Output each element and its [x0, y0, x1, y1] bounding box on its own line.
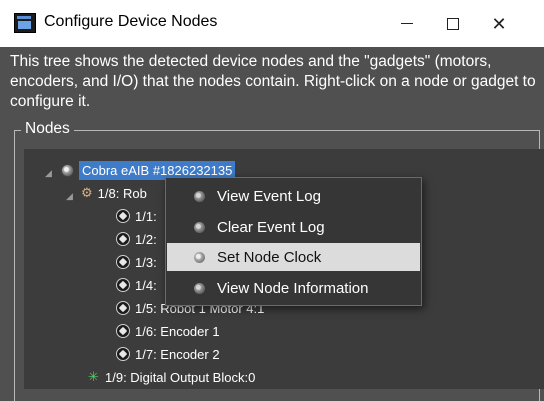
nodes-group-label: Nodes [21, 120, 74, 138]
menu-item-view-event-log[interactable]: View Event Log [167, 182, 420, 210]
node-icon [194, 190, 205, 202]
tree-node-digital-output[interactable]: ✳ 1/9: Digital Output Block:0 [88, 366, 255, 388]
expand-robot-icon[interactable]: ◢ [66, 191, 73, 202]
gadget-icon [116, 278, 130, 292]
app-window-icon [14, 13, 36, 33]
expand-root-icon[interactable]: ◢ [45, 168, 52, 179]
menu-item-set-node-clock[interactable]: Set Node Clock [167, 243, 420, 271]
tree-node-robot-label: 1/8: Rob [97, 185, 147, 201]
menu-item-clear-event-log[interactable]: Clear Event Log [167, 213, 420, 241]
minimize-icon [401, 23, 413, 24]
title-bar: Configure Device Nodes ✕ [0, 0, 544, 47]
window-title: Configure Device Nodes [44, 13, 218, 30]
digital-output-icon: ✳ [88, 369, 99, 384]
menu-item-label: Clear Event Log [217, 218, 325, 236]
tree-node-gadget-label: 1/7: Encoder 2 [135, 346, 220, 362]
gadget-icon [116, 301, 130, 315]
tree-node-gadget[interactable]: 1/6: Encoder 1 [116, 320, 220, 342]
node-icon [194, 221, 205, 233]
tree-node-gadget-label: 1/2: [135, 231, 157, 247]
tree-node-digital-output-label: 1/9: Digital Output Block:0 [105, 369, 256, 385]
node-icon [194, 282, 205, 294]
menu-item-view-node-information[interactable]: View Node Information [167, 274, 420, 302]
node-icon [194, 251, 205, 263]
description-text: This tree shows the detected device node… [10, 53, 536, 110]
gadget-icon [116, 324, 130, 338]
close-icon: ✕ [491, 13, 507, 34]
minimize-button[interactable] [384, 0, 430, 47]
context-menu: View Event Log Clear Event Log Set Node … [165, 177, 422, 306]
gadget-icon [116, 209, 130, 223]
tree-node-gadget-label: 1/3: [135, 254, 157, 270]
menu-item-label: Set Node Clock [217, 248, 322, 266]
gadget-icon [116, 347, 130, 361]
cobra-icon [61, 163, 74, 177]
tree-node-gadget-label: 1/6: Encoder 1 [135, 323, 220, 339]
tree-node-gadget-label: 1/4: [135, 277, 157, 293]
tree-node-gadget[interactable]: 1/7: Encoder 2 [116, 343, 220, 365]
tree-node-gadget[interactable]: 1/3: [116, 251, 157, 273]
maximize-icon [447, 17, 459, 30]
tree-node-gadget[interactable]: 1/2: [116, 228, 157, 250]
robot-icon: ⚙ [81, 185, 93, 200]
gadget-icon [116, 232, 130, 246]
tree-node-gadget[interactable]: 1/4: [116, 274, 157, 296]
gadget-icon [116, 255, 130, 269]
maximize-button[interactable] [430, 0, 476, 47]
tree-node-robot[interactable]: ⚙ 1/8: Rob [81, 182, 147, 204]
close-button[interactable]: ✕ [476, 0, 522, 47]
menu-item-label: View Event Log [217, 187, 321, 205]
tree-node-gadget[interactable]: 1/1: [116, 205, 157, 227]
menu-item-label: View Node Information [217, 279, 369, 297]
tree-node-gadget-label: 1/1: [135, 208, 157, 224]
